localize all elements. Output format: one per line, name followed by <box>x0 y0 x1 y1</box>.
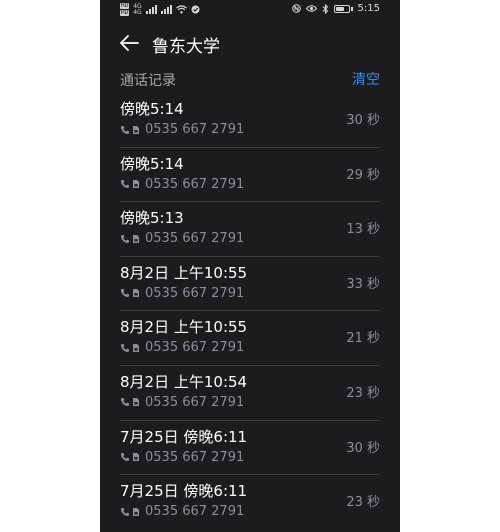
sim-card-icon <box>133 507 139 516</box>
phone-icon <box>120 289 129 298</box>
call-time: 7月25日 傍晚6:11 <box>120 482 248 501</box>
call-number: 0535 667 2791 <box>145 122 245 137</box>
sim-indicators: HD HD <box>120 3 130 16</box>
call-duration: 30 秒 <box>346 440 380 456</box>
sim-card-icon <box>133 398 139 407</box>
call-number: 0535 667 2791 <box>145 504 245 520</box>
bluetooth-icon <box>322 3 328 14</box>
status-right: 5:15 <box>291 3 380 14</box>
call-log-row[interactable]: 8月2日 上午10:55 0535 667 2791 33 秒 <box>100 255 400 311</box>
wifi-icon <box>175 5 187 14</box>
nfc-icon <box>291 4 301 13</box>
call-duration: 23 秒 <box>346 385 380 401</box>
call-meta: 0535 667 2791 <box>120 231 244 246</box>
call-time: 8月2日 上午10:54 <box>120 372 248 391</box>
call-meta: 0535 667 2791 <box>120 450 244 465</box>
call-meta: 0535 667 2791 <box>120 286 244 301</box>
network-type: 4G 4G <box>133 3 142 16</box>
signal-1-icon <box>145 5 157 14</box>
back-arrow-icon[interactable] <box>118 32 140 54</box>
sim-card-icon <box>133 125 139 134</box>
call-log-row[interactable]: 7月25日 傍晚6:11 0535 667 2791 23 秒 <box>100 474 400 529</box>
phone-icon <box>120 507 129 516</box>
sim-card-icon <box>133 289 139 298</box>
call-log-label: 通话记录 <box>120 73 176 89</box>
signal-2-icon <box>160 5 172 14</box>
call-time: 8月2日 上午10:55 <box>120 318 248 337</box>
sim2-hd-icon: HD <box>120 9 130 16</box>
call-log-row[interactable]: 傍晚5:13 0535 667 2791 13 秒 <box>100 201 400 256</box>
call-number: 0535 667 2791 <box>145 285 245 301</box>
call-duration: 13 秒 <box>346 222 380 238</box>
phone-icon <box>120 453 129 462</box>
sync-icon <box>191 5 200 14</box>
call-time: 傍晚5:13 <box>120 209 184 228</box>
call-time: 傍晚5:14 <box>120 100 184 118</box>
battery-fill <box>335 6 344 11</box>
call-duration: 30 秒 <box>346 113 380 128</box>
network-type-2: 4G <box>133 8 142 16</box>
status-left: HD HD 4G 4G <box>120 3 200 16</box>
call-meta: 0535 667 2791 <box>120 504 244 519</box>
call-number: 0535 667 2791 <box>145 340 245 356</box>
call-log-row[interactable]: 8月2日 上午10:55 0535 667 2791 21 秒 <box>100 310 400 365</box>
sim-card-icon <box>133 180 139 189</box>
call-meta: 0535 667 2791 <box>120 122 244 137</box>
call-time: 7月25日 傍晚6:11 <box>120 427 248 446</box>
call-log-row[interactable]: 傍晚5:14 0535 667 2791 30 秒 <box>100 92 400 147</box>
call-number: 0535 667 2791 <box>145 449 245 465</box>
call-duration: 23 秒 <box>346 495 380 511</box>
phone-icon <box>120 180 129 189</box>
phone-icon <box>120 398 129 407</box>
call-time: 8月2日 上午10:55 <box>120 263 248 282</box>
header: 鲁东大学 <box>100 28 400 60</box>
call-log-row[interactable]: 傍晚5:14 0535 667 2791 29 秒 <box>100 146 400 202</box>
status-bar: HD HD 4G 4G 5:15 <box>100 0 400 20</box>
clear-button[interactable]: 清空 <box>352 69 380 89</box>
call-number: 0535 667 2791 <box>145 394 245 410</box>
page-title: 鲁东大学 <box>152 37 220 57</box>
eye-comfort-icon <box>305 5 317 12</box>
call-meta: 0535 667 2791 <box>120 177 244 192</box>
phone-icon <box>120 125 129 134</box>
sim-card-icon <box>133 453 139 462</box>
call-log-list: 傍晚5:14 0535 667 2791 30 秒 傍晚5:14 0535 66… <box>100 92 400 529</box>
call-time: 傍晚5:14 <box>120 154 184 173</box>
status-time: 5:15 <box>357 3 380 14</box>
call-number: 0535 667 2791 <box>145 176 245 192</box>
call-log-row[interactable]: 8月2日 上午10:54 0535 667 2791 23 秒 <box>100 364 400 420</box>
phone-screen: HD HD 4G 4G 5:15 鲁东大学 通话记录 清空 傍晚5:14 053… <box>100 0 400 532</box>
call-duration: 29 秒 <box>346 167 380 183</box>
battery-icon <box>333 4 353 13</box>
call-number: 0535 667 2791 <box>145 231 245 247</box>
phone-icon <box>120 343 129 352</box>
phone-icon <box>120 234 129 243</box>
sim-card-icon <box>133 234 139 243</box>
call-duration: 33 秒 <box>346 276 380 292</box>
call-duration: 21 秒 <box>346 331 380 347</box>
call-log-row[interactable]: 7月25日 傍晚6:11 0535 667 2791 30 秒 <box>100 419 400 475</box>
call-meta: 0535 667 2791 <box>120 395 244 410</box>
call-meta: 0535 667 2791 <box>120 340 244 355</box>
sim-card-icon <box>133 343 139 352</box>
